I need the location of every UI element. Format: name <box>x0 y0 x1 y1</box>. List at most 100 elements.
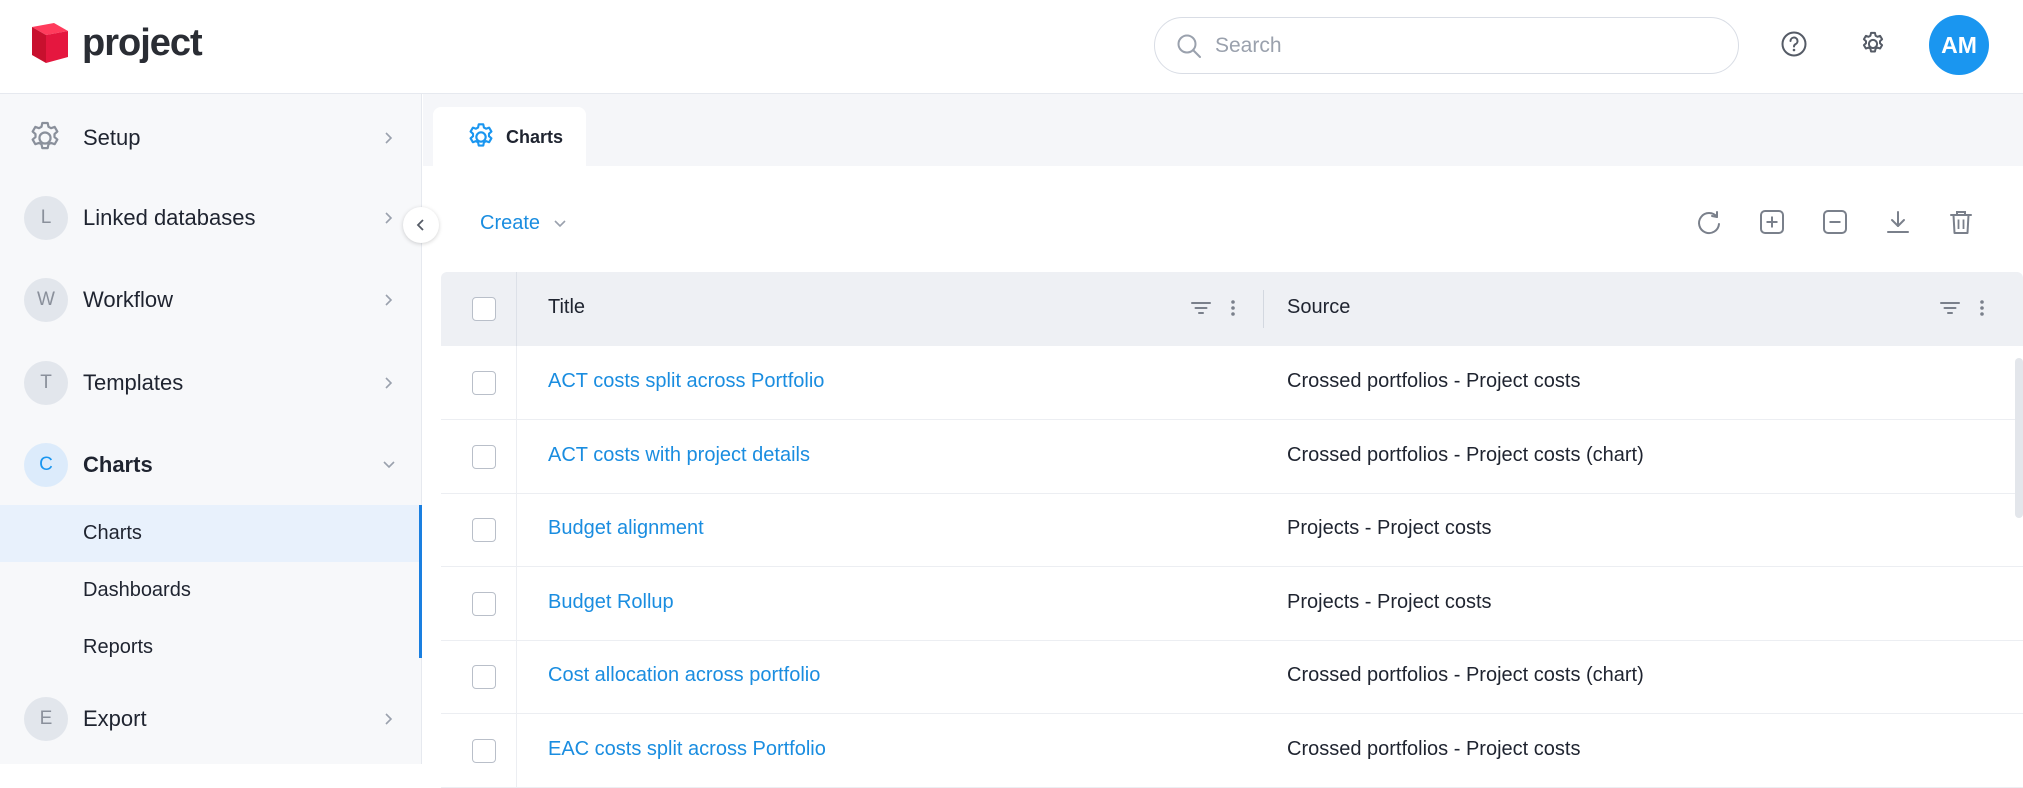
row-title-link[interactable]: Cost allocation across portfolio <box>548 664 820 687</box>
row-checkbox[interactable] <box>472 371 496 395</box>
collapse-all-button[interactable] <box>1817 204 1853 240</box>
sidebar-badge: C <box>24 443 68 487</box>
sidebar-subitem-label: Dashboards <box>83 579 191 601</box>
sidebar-item-templates[interactable]: T Templates <box>0 348 420 418</box>
active-section-indicator <box>419 519 422 658</box>
row-title-link[interactable]: Budget Rollup <box>548 591 674 614</box>
tab-charts[interactable]: Charts <box>433 107 586 167</box>
sidebar-item-linked-databases[interactable]: L Linked databases <box>0 183 420 253</box>
sidebar-badge: W <box>24 278 68 322</box>
logo-cube-icon <box>32 23 68 63</box>
more-vertical-icon[interactable] <box>1221 296 1245 320</box>
sidebar-badge: E <box>24 697 68 741</box>
row-source: Crossed portfolios - Project costs <box>1287 370 1581 392</box>
search-box[interactable] <box>1154 17 1739 74</box>
sidebar-item-label: Workflow <box>83 287 174 312</box>
more-vertical-icon[interactable] <box>1970 296 1994 320</box>
row-title-link[interactable]: ACT costs with project details <box>548 444 810 467</box>
row-source: Crossed portfolios - Project costs <box>1287 738 1581 760</box>
sidebar-item-label: Templates <box>83 370 184 395</box>
row-checkbox-cell <box>441 493 517 567</box>
sidebar-item-label: Export <box>83 706 147 731</box>
row-source: Crossed portfolios - Project costs (char… <box>1287 664 1644 686</box>
chevron-right-icon <box>385 377 393 389</box>
row-checkbox-cell <box>441 567 517 641</box>
row-checkbox[interactable] <box>472 445 496 469</box>
sidebar-subitem-reports[interactable]: Reports <box>0 619 420 676</box>
help-button[interactable] <box>1777 27 1811 61</box>
table-scrollbar[interactable] <box>2015 358 2023 518</box>
download-button[interactable] <box>1880 204 1916 240</box>
row-checkbox-cell <box>441 714 517 788</box>
sidebar-item-charts[interactable]: C Charts <box>0 430 420 500</box>
chevron-left-icon <box>416 219 424 231</box>
row-checkbox-cell <box>441 640 517 714</box>
user-avatar[interactable]: AM <box>1929 15 1989 75</box>
table-row[interactable]: ACT costs with project details Crossed p… <box>441 420 2023 494</box>
create-button[interactable]: Create <box>480 212 568 235</box>
refresh-icon <box>1698 211 1720 235</box>
sidebar-subitem-charts[interactable]: Charts <box>0 505 422 562</box>
sidebar-item-label: Charts <box>83 452 153 477</box>
chevron-down-icon <box>383 461 395 469</box>
column-divider[interactable] <box>1263 290 1264 328</box>
table-row[interactable]: Budget alignment Projects - Project cost… <box>441 493 2023 567</box>
row-checkbox[interactable] <box>472 518 496 542</box>
plus-square-icon <box>1760 210 1784 234</box>
row-title-link[interactable]: ACT costs split across Portfolio <box>548 370 824 393</box>
main-content: Charts Create Title Source ACT costs spl… <box>423 94 2023 788</box>
minus-square-icon <box>1823 210 1847 234</box>
logo-text: project <box>82 21 203 64</box>
sidebar-subitem-label: Charts <box>83 522 142 544</box>
chevron-down-icon <box>554 219 566 227</box>
trash-icon <box>1950 211 1972 234</box>
gear-icon <box>469 123 493 147</box>
sidebar-item-workflow[interactable]: W Workflow <box>0 265 420 335</box>
row-checkbox[interactable] <box>472 592 496 616</box>
sidebar-item-export[interactable]: E Export <box>0 684 420 754</box>
sidebar-item-label: Linked databases <box>83 205 256 230</box>
row-title-link[interactable]: EAC costs split across Portfolio <box>548 738 826 761</box>
table-row[interactable]: Budget Rollup Projects - Project costs <box>441 567 2023 641</box>
row-source: Projects - Project costs <box>1287 517 1492 539</box>
column-header-source[interactable]: Source <box>1287 296 1350 319</box>
app-logo[interactable]: project <box>24 20 203 66</box>
chevron-right-icon <box>385 212 393 224</box>
help-icon <box>1781 31 1807 57</box>
sidebar-item-label: Setup <box>83 125 141 150</box>
table-header: Title Source <box>441 272 2023 346</box>
top-header: project AM <box>0 0 2023 94</box>
row-source: Crossed portfolios - Project costs (char… <box>1287 444 1644 466</box>
chevron-right-icon <box>385 713 393 725</box>
download-icon <box>1887 211 1909 233</box>
charts-panel: Create Title Source ACT costs split acro… <box>423 166 2023 788</box>
sidebar-subitem-dashboards[interactable]: Dashboards <box>0 562 420 619</box>
chevron-right-icon <box>385 294 393 306</box>
filter-icon[interactable] <box>1938 296 1962 320</box>
row-source: Projects - Project costs <box>1287 591 1492 613</box>
row-checkbox[interactable] <box>472 739 496 763</box>
sidebar-badge: L <box>24 196 68 240</box>
sidebar-subitem-label: Reports <box>83 636 154 658</box>
row-checkbox[interactable] <box>472 665 496 689</box>
create-label: Create <box>480 212 541 234</box>
search-input[interactable] <box>1215 33 1695 58</box>
settings-button[interactable] <box>1856 27 1890 61</box>
table-row[interactable]: ACT costs split across Portfolio Crossed… <box>441 346 2023 420</box>
row-checkbox-cell <box>441 420 517 494</box>
search-icon <box>1177 34 1201 58</box>
expand-all-button[interactable] <box>1754 204 1790 240</box>
select-all-checkbox[interactable] <box>472 297 496 321</box>
delete-button[interactable] <box>1943 204 1979 240</box>
column-header-title[interactable]: Title <box>548 296 585 319</box>
gear-icon <box>31 121 59 150</box>
refresh-button[interactable] <box>1691 204 1727 240</box>
gear-icon <box>1862 31 1884 53</box>
filter-icon[interactable] <box>1189 296 1213 320</box>
tab-label: Charts <box>506 126 564 147</box>
collapse-sidebar-button[interactable] <box>403 207 439 243</box>
table-row[interactable]: EAC costs split across Portfolio Crossed… <box>441 714 2023 788</box>
table-row[interactable]: Cost allocation across portfolio Crossed… <box>441 640 2023 714</box>
row-title-link[interactable]: Budget alignment <box>548 517 704 540</box>
sidebar-item-setup[interactable]: Setup <box>0 103 420 173</box>
